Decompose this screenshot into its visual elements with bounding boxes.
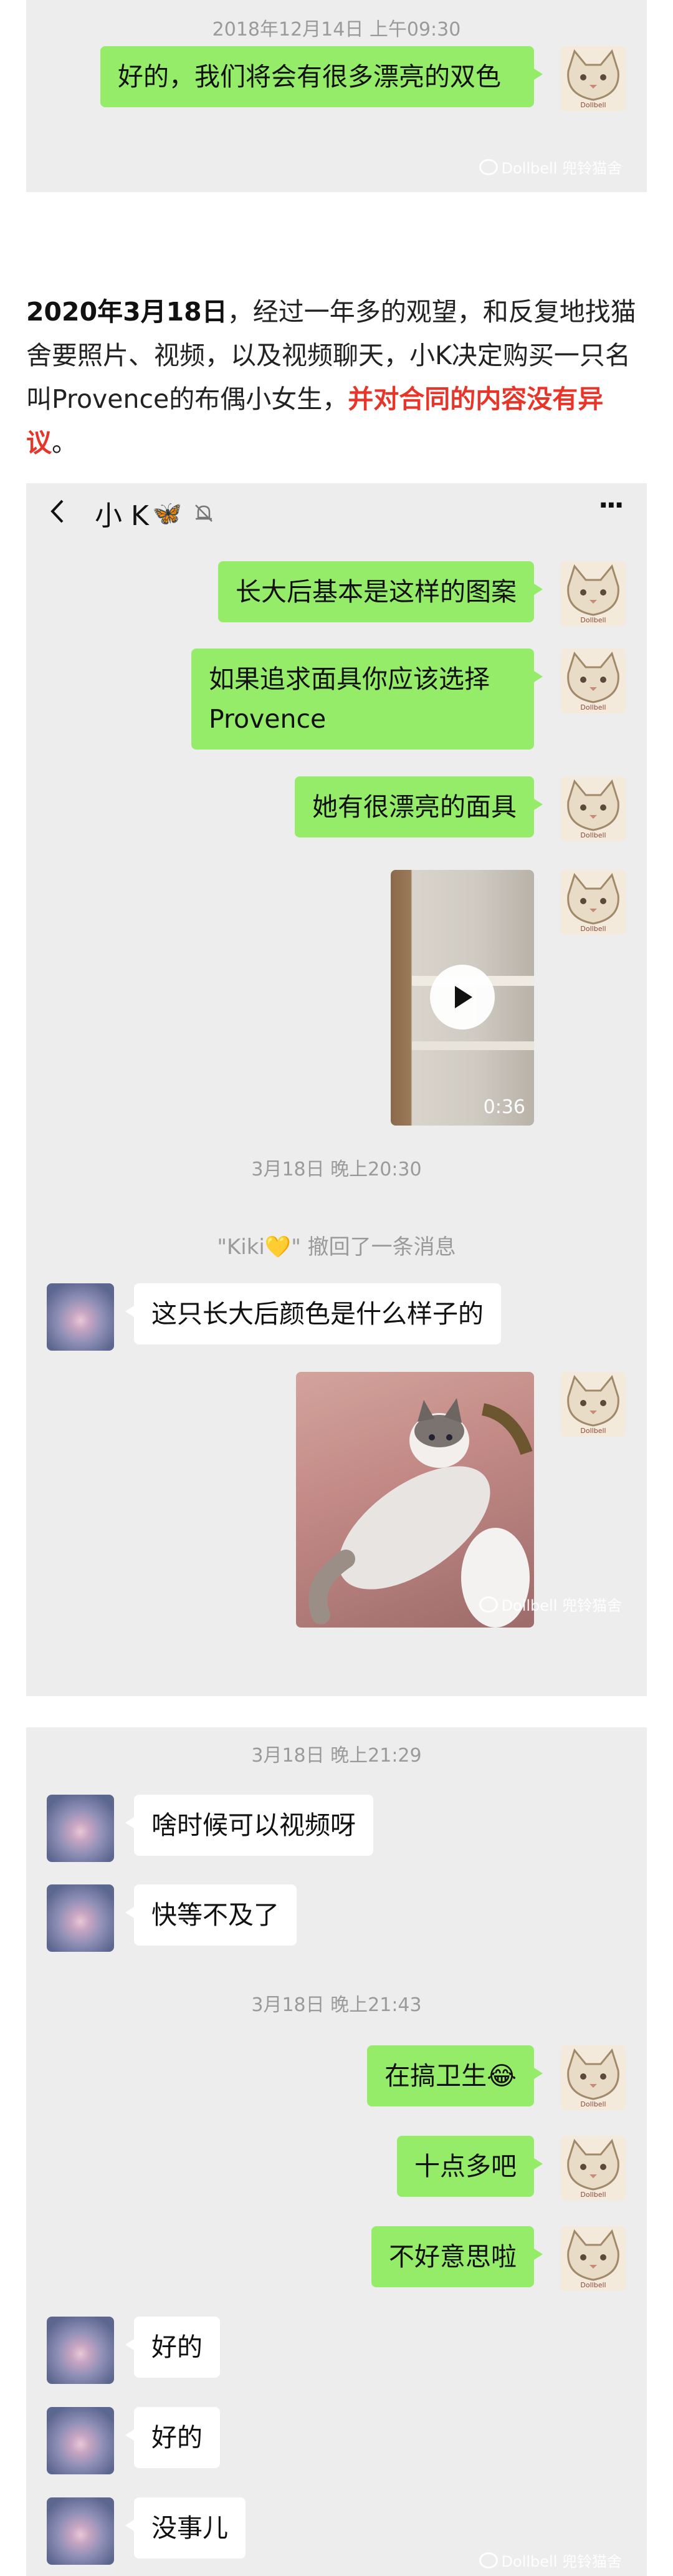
timestamp: 3月18日 晚上20:30 bbox=[251, 1159, 422, 1180]
cattery-avatar[interactable]: Dollbell bbox=[561, 561, 626, 626]
back-button[interactable] bbox=[45, 496, 70, 527]
wechat-icon bbox=[479, 1596, 498, 1613]
chat-title: 小 K 🦋 bbox=[95, 493, 216, 533]
wechat-icon bbox=[479, 158, 498, 175]
message-bubble[interactable]: 十点多吧 bbox=[397, 2136, 543, 2197]
video-shelf bbox=[412, 1041, 534, 1050]
play-button[interactable] bbox=[430, 965, 495, 1030]
svg-text:Dollbell: Dollbell bbox=[580, 831, 606, 839]
svg-text:Dollbell: Dollbell bbox=[580, 616, 606, 624]
recall-notice: "Kiki💛" 撤回了一条消息 bbox=[217, 1235, 456, 1260]
message-bubble[interactable]: 在搞卫生😂 bbox=[367, 2045, 543, 2106]
cattery-avatar[interactable]: Dollbell bbox=[561, 46, 626, 111]
contact-avatar[interactable] bbox=[47, 1795, 114, 1862]
chat-screenshot-1: 2018年12月14日 上午09:30 好的，我们将会有很多漂亮的双色 Doll… bbox=[26, 0, 647, 192]
svg-text:Dollbell: Dollbell bbox=[580, 2191, 606, 2199]
message-bubble[interactable]: 不好意思啦 bbox=[371, 2226, 543, 2287]
cattery-avatar[interactable]: Dollbell bbox=[561, 2136, 626, 2201]
watermark-text: Dollbell 兜铃猫舍 bbox=[501, 160, 622, 177]
message-text: 如果追求面具你应该选择Provence bbox=[209, 664, 490, 734]
message-bubble[interactable]: 好的 bbox=[125, 2317, 220, 2378]
message-bubble[interactable]: 没事儿 bbox=[125, 2497, 246, 2559]
svg-text:Dollbell: Dollbell bbox=[580, 703, 606, 712]
watermark: Dollbell 兜铃猫舍 bbox=[479, 156, 622, 178]
timestamp: 2018年12月14日 上午09:30 bbox=[212, 19, 461, 41]
message-text: 没事儿 bbox=[151, 2513, 228, 2543]
cattery-avatar[interactable]: Dollbell bbox=[561, 649, 626, 713]
svg-text:Dollbell: Dollbell bbox=[580, 101, 606, 109]
message-bubble[interactable]: 她有很漂亮的面具 bbox=[295, 776, 543, 837]
svg-text:Dollbell: Dollbell bbox=[580, 2281, 606, 2289]
message-bubble[interactable]: 这只长大后颜色是什么样子的 bbox=[125, 1283, 501, 1344]
play-icon bbox=[455, 986, 472, 1008]
watermark: Dollbell 兜铃猫舍 bbox=[479, 1593, 622, 1615]
message-text: 好的 bbox=[151, 2332, 203, 2362]
message-text: 快等不及了 bbox=[151, 1900, 279, 1930]
message-text: 好的，我们将会有很多漂亮的双色 bbox=[118, 62, 501, 92]
message-text: 啥时候可以视频呀 bbox=[151, 1810, 356, 1840]
cattery-avatar[interactable]: Dollbell bbox=[561, 1372, 626, 1437]
watermark-text: Dollbell 兜铃猫舍 bbox=[501, 1597, 622, 1614]
message-text: 好的 bbox=[151, 2423, 203, 2453]
chat-screenshot-3: 3月18日 晚上21:29 啥时候可以视频呀 快等不及了 3月18日 晚上21:… bbox=[26, 1727, 647, 2576]
message-text: 不好意思啦 bbox=[389, 2242, 517, 2272]
contact-avatar[interactable] bbox=[47, 2497, 114, 2565]
contact-avatar[interactable] bbox=[47, 1283, 114, 1351]
message-text: 在搞卫生😂 bbox=[384, 2061, 517, 2091]
contact-avatar[interactable] bbox=[47, 2407, 114, 2474]
chevron-left-icon bbox=[50, 499, 64, 523]
contact-name: 小 K bbox=[95, 500, 149, 532]
svg-text:Dollbell: Dollbell bbox=[580, 2100, 606, 2108]
message-bubble[interactable]: 好的，我们将会有很多漂亮的双色 bbox=[100, 46, 543, 107]
chat-screenshot-2: 小 K 🦋 ··· 长大后基本是这样的图案 Dollbell 如果追求面具你应该… bbox=[26, 483, 647, 1696]
article-paragraph: 2020年3月18日，经过一年多的观望，和反复地找猫舍要照片、视频，以及视频聊天… bbox=[26, 290, 649, 465]
message-text: 这只长大后颜色是什么样子的 bbox=[151, 1299, 484, 1329]
message-bubble[interactable]: 如果追求面具你应该选择Provence bbox=[191, 649, 543, 750]
svg-text:Dollbell: Dollbell bbox=[580, 1427, 606, 1435]
butterfly-emoji: 🦋 bbox=[152, 499, 183, 527]
message-text: 她有很漂亮的面具 bbox=[312, 792, 517, 822]
contact-avatar[interactable] bbox=[47, 1884, 114, 1952]
timestamp: 3月18日 晚上21:43 bbox=[251, 1994, 422, 2016]
message-bubble[interactable]: 快等不及了 bbox=[125, 1884, 297, 1946]
timestamp: 3月18日 晚上21:29 bbox=[251, 1745, 422, 1767]
wechat-icon bbox=[479, 2552, 498, 2569]
paragraph-date: 2020年3月18日 bbox=[26, 297, 227, 327]
cat-photo bbox=[308, 1398, 533, 1628]
message-bubble[interactable]: 啥时候可以视频呀 bbox=[125, 1795, 373, 1856]
image-message[interactable] bbox=[296, 1372, 534, 1628]
cattery-avatar[interactable]: Dollbell bbox=[561, 2226, 626, 2291]
message-text: 十点多吧 bbox=[414, 2151, 517, 2181]
video-message[interactable]: 0:36 bbox=[391, 870, 534, 1126]
cattery-avatar[interactable]: Dollbell bbox=[561, 776, 626, 841]
watermark: Dollbell 兜铃猫舍 bbox=[479, 2549, 622, 2571]
contact-avatar[interactable] bbox=[47, 2317, 114, 2384]
watermark-text: Dollbell 兜铃猫舍 bbox=[501, 2553, 622, 2570]
message-bubble[interactable]: 好的 bbox=[125, 2407, 220, 2468]
chat-header: 小 K 🦋 ··· bbox=[26, 483, 647, 539]
video-duration: 0:36 bbox=[483, 1096, 525, 1118]
more-button[interactable]: ··· bbox=[598, 490, 624, 521]
message-text: 长大后基本是这样的图案 bbox=[236, 577, 517, 607]
message-bubble[interactable]: 长大后基本是这样的图案 bbox=[218, 561, 543, 622]
paragraph-end: 。 bbox=[52, 428, 77, 458]
svg-text:Dollbell: Dollbell bbox=[580, 925, 606, 933]
cattery-avatar[interactable]: Dollbell bbox=[561, 870, 626, 935]
cattery-avatar[interactable]: Dollbell bbox=[561, 2045, 626, 2110]
bell-off-icon bbox=[195, 504, 213, 522]
